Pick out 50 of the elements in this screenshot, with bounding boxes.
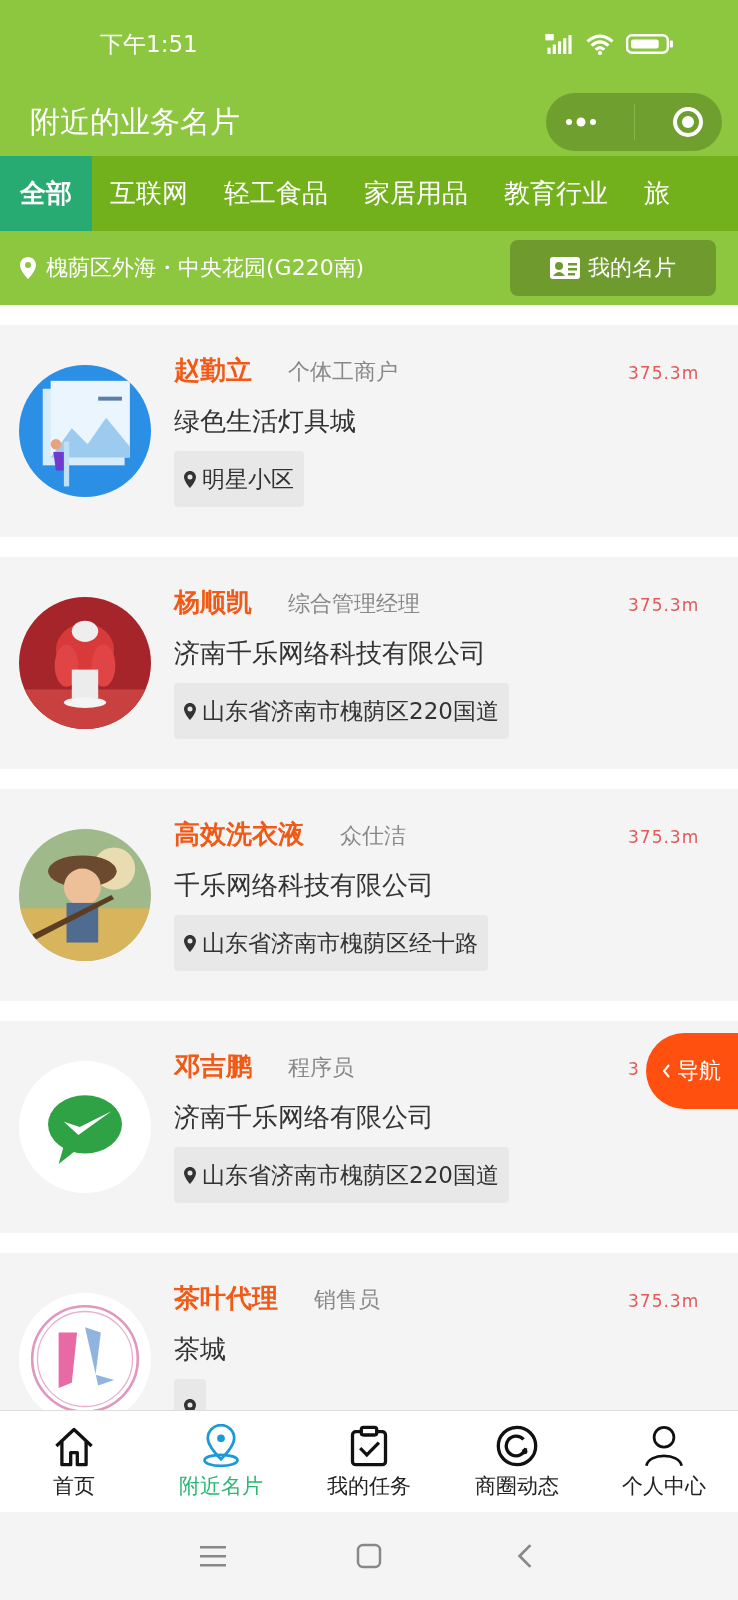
- address-tag: 山东省济南市槐荫区220国道: [174, 683, 509, 739]
- business-card[interactable]: 杨顺凯 综合管理经理 375.3m 济南千乐网络科技有限公司 山东省济南市槐荫区220国道: [0, 557, 738, 769]
- company-name: 千乐网络科技有限公司: [174, 869, 435, 902]
- distance-text: 375.3m: [628, 363, 700, 383]
- person-name: 杨顺凯: [174, 586, 252, 619]
- person-name: 茶叶代理: [174, 1282, 278, 1315]
- location-pin-icon: [184, 702, 196, 720]
- address-tag: 山东省济南市槐荫区经十路: [174, 915, 488, 971]
- target-icon[interactable]: [671, 106, 704, 138]
- business-card[interactable]: 高效洗衣液 众仕洁 375.3m 千乐网络科技有限公司 山东省济南市槐荫区经十路: [0, 789, 738, 1001]
- distance-text: 375.3m: [628, 827, 700, 847]
- job-title: 销售员: [314, 1286, 380, 1314]
- location-pin-icon: [20, 257, 36, 279]
- business-card[interactable]: 赵勤立 个体工商户 375.3m 绿色生活灯具城 明星小区: [0, 325, 738, 537]
- page-title: 附近的业务名片: [30, 102, 240, 141]
- person-name: 赵勤立: [174, 354, 252, 387]
- company-name: 济南千乐网络科技有限公司: [174, 637, 487, 670]
- nav-tab[interactable]: 个人中心: [594, 1423, 735, 1500]
- nav-tab[interactable]: 首页: [3, 1423, 144, 1500]
- distance-text: 375.3m: [628, 595, 700, 615]
- home-square-icon[interactable]: [356, 1543, 382, 1569]
- nav-tab[interactable]: 我的任务: [299, 1423, 439, 1500]
- location-pin-icon: [184, 934, 196, 952]
- job-title: 众仕洁: [340, 822, 406, 850]
- location-pin-icon: [184, 1166, 196, 1184]
- company-name: 绿色生活灯具城: [174, 405, 357, 438]
- location-pin-icon: [184, 1398, 196, 1410]
- wifi-icon: [584, 33, 616, 55]
- job-title: 综合管理经理: [288, 590, 420, 618]
- chevron-left-icon: [662, 1064, 671, 1078]
- person-name: 高效洗衣液: [174, 818, 304, 851]
- company-name: 济南千乐网络有限公司: [174, 1101, 435, 1134]
- address-tag: 明星小区: [174, 451, 304, 507]
- person-name: 邓吉鹏: [174, 1050, 252, 1083]
- job-title: 个体工商户: [288, 358, 398, 386]
- address-tag: 山东省济南市槐荫区220国道: [174, 1147, 509, 1203]
- id-card-icon: [550, 257, 580, 279]
- location-pin-icon: [184, 470, 196, 488]
- job-title: 程序员: [288, 1054, 354, 1082]
- distance-text: 375.3m: [628, 1291, 700, 1311]
- business-card[interactable]: 茶叶代理 销售员 375.3m 茶城: [0, 1253, 738, 1410]
- nav-tab[interactable]: 商圈动态: [446, 1423, 587, 1500]
- battery-icon: [626, 33, 674, 55]
- distance-text: 3: [628, 1059, 640, 1079]
- company-name: 茶城: [174, 1333, 227, 1366]
- signal-icon: [544, 33, 574, 55]
- status-time: 下午1:51: [100, 29, 198, 59]
- location-text: 槐荫区外海・中央花园(G220南): [46, 254, 365, 282]
- circle-icon: [494, 1423, 539, 1468]
- menu-icon[interactable]: [200, 1543, 226, 1569]
